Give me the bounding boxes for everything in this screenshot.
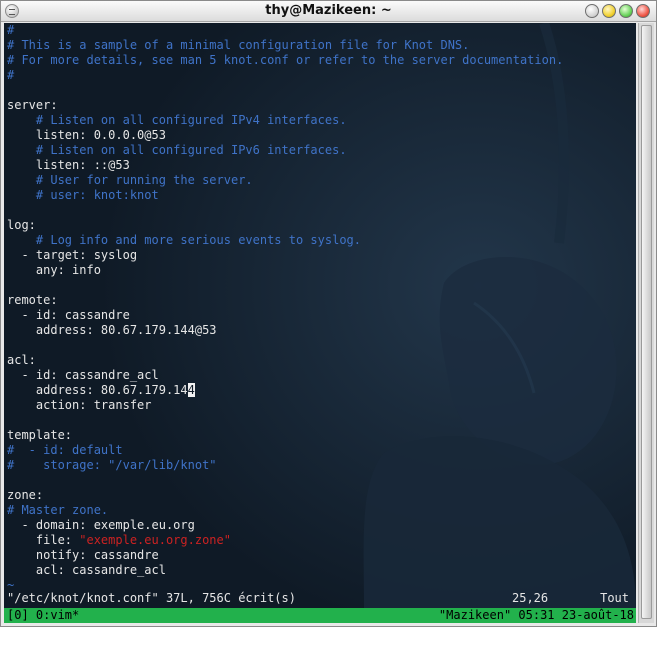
code-line-text: listen: 0.0.0.0@53 (7, 128, 166, 142)
code-line-text: file: (7, 533, 80, 547)
code-line-text: acl: (7, 353, 36, 367)
code-line[interactable] (7, 413, 563, 428)
code-line[interactable]: template: (7, 428, 563, 443)
code-line[interactable]: listen: ::@53 (7, 158, 563, 173)
code-line[interactable]: # user: knot:knot (7, 188, 563, 203)
code-line-text: # For more details, see man 5 knot.conf … (7, 53, 564, 67)
code-line[interactable]: # Log info and more serious events to sy… (7, 233, 563, 248)
shade-button[interactable] (585, 4, 599, 18)
code-line-text: address: 80.67.179.144@53 (7, 323, 217, 337)
code-line-text: # Listen on all configured IPv6 interfac… (7, 143, 347, 157)
code-line[interactable]: zone: (7, 488, 563, 503)
code-line[interactable]: address: 80.67.179.144 (7, 383, 563, 398)
tmux-status-bar: [0] 0:vim* "Mazikeen" 05:31 23-août-18 (4, 608, 636, 623)
close-button[interactable] (636, 4, 650, 18)
vim-buffer[interactable]: # # This is a sample of a minimal configu… (7, 23, 563, 593)
code-line-text: # Master zone. (7, 503, 109, 517)
vim-status-line: "/etc/knot/knot.conf" 37L, 756C écrit(s)… (7, 591, 633, 606)
code-line[interactable]: listen: 0.0.0.0@53 (7, 128, 563, 143)
code-line[interactable]: # (7, 68, 563, 83)
code-line-text: remote: (7, 293, 58, 307)
code-line-text: # Log info and more serious events to sy… (7, 233, 362, 247)
code-line[interactable]: acl: (7, 353, 563, 368)
code-line[interactable]: notify: cassandre (7, 548, 563, 563)
code-line[interactable]: - target: syslog (7, 248, 563, 263)
code-line-text: - target: syslog (7, 248, 138, 262)
scrollbar-thumb[interactable] (641, 25, 652, 619)
code-line-text: action: transfer (7, 398, 152, 412)
code-line-text: # This is a sample of a minimal configur… (7, 38, 470, 52)
cursor-position: 25,26 (512, 591, 549, 605)
code-line-text: # - id: default (7, 443, 123, 457)
text-cursor: 4 (187, 383, 195, 397)
code-line-text: ~ (7, 578, 15, 592)
code-line[interactable]: - domain: exemple.eu.org (7, 518, 563, 533)
code-line-text: - id: cassandre_acl (7, 368, 159, 382)
code-line[interactable]: action: transfer (7, 398, 563, 413)
code-line[interactable]: # Listen on all configured IPv4 interfac… (7, 113, 563, 128)
terminal-window: thy@Mazikeen: ~ # # This is a sample of a… (0, 0, 657, 627)
code-line[interactable]: file: "exemple.eu.org.zone" (7, 533, 563, 548)
code-line-text: # (7, 68, 15, 82)
code-line[interactable]: any: info (7, 263, 563, 278)
code-line-text: acl: cassandre_acl (7, 563, 166, 577)
code-line[interactable]: log: (7, 218, 563, 233)
terminal-area[interactable]: # # This is a sample of a minimal configu… (4, 23, 636, 608)
file-message: "/etc/knot/knot.conf" 37L, 756C écrit(s) (7, 591, 296, 605)
code-line-text: zone: (7, 488, 44, 502)
code-line[interactable]: # This is a sample of a minimal configur… (7, 38, 563, 53)
code-line-text: # User for running the server. (7, 173, 253, 187)
code-line-text: listen: ::@53 (7, 158, 130, 172)
code-line-text: log: (7, 218, 36, 232)
code-line[interactable]: # For more details, see man 5 knot.conf … (7, 53, 563, 68)
code-line[interactable]: # Listen on all configured IPv6 interfac… (7, 143, 563, 158)
code-line[interactable]: - id: cassandre (7, 308, 563, 323)
code-line[interactable] (7, 278, 563, 293)
code-line[interactable] (7, 338, 563, 353)
code-line[interactable]: remote: (7, 293, 563, 308)
code-line[interactable]: - id: cassandre_acl (7, 368, 563, 383)
code-line[interactable]: server: (7, 98, 563, 113)
maximize-button[interactable] (619, 4, 633, 18)
scroll-percent: Tout (600, 591, 629, 605)
code-line-text: - id: cassandre (7, 308, 130, 322)
code-line-text: template: (7, 428, 73, 442)
code-line[interactable]: acl: cassandre_acl (7, 563, 563, 578)
string-value: "exemple.eu.org.zone" (79, 533, 231, 547)
minimize-button[interactable] (602, 4, 616, 18)
window-title: thy@Mazikeen: ~ (265, 3, 392, 18)
scrollbar[interactable] (638, 23, 654, 623)
code-line[interactable]: # storage: "/var/lib/knot" (7, 458, 563, 473)
code-line[interactable] (7, 83, 563, 98)
code-line[interactable]: # (7, 23, 563, 38)
code-line-text: server: (7, 98, 58, 112)
code-line[interactable]: # User for running the server. (7, 173, 563, 188)
code-line-text: # user: knot:knot (7, 188, 159, 202)
tmux-window-list[interactable]: [0] 0:vim* (7, 608, 79, 623)
code-line-text: - domain: exemple.eu.org (7, 518, 195, 532)
code-line-text: address: 80.67.179.14 (7, 383, 188, 397)
code-line[interactable]: address: 80.67.179.144@53 (7, 323, 563, 338)
code-line-text: any: info (7, 263, 101, 277)
code-line-text: notify: cassandre (7, 548, 159, 562)
title-bar[interactable]: thy@Mazikeen: ~ (1, 1, 656, 22)
code-line[interactable]: # Master zone. (7, 503, 563, 518)
code-line-text: # Listen on all configured IPv4 interfac… (7, 113, 347, 127)
code-line-text: # (7, 23, 15, 37)
code-line[interactable] (7, 203, 563, 218)
code-line-text: # storage: "/var/lib/knot" (7, 458, 217, 472)
code-line[interactable]: # - id: default (7, 443, 563, 458)
tmux-host-time: "Mazikeen" 05:31 23-août-18 (438, 608, 634, 622)
code-line[interactable] (7, 473, 563, 488)
